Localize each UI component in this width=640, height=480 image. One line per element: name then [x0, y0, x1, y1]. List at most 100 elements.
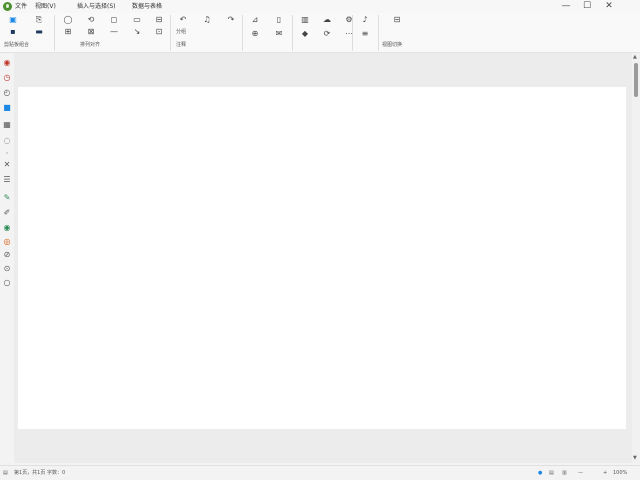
class-icon: ≡ — [361, 29, 369, 38]
notify-button[interactable]: ♫ — [196, 15, 218, 24]
scrollbar-thumb[interactable] — [634, 63, 638, 97]
line-button[interactable]: — — [103, 27, 125, 36]
status-bar: ▤ 第1页，共1页 字数：0 ● ▤ ▥ — + 100% — [0, 465, 640, 480]
app-logo-icon[interactable] — [3, 2, 12, 11]
redo-icon: ↷ — [227, 15, 235, 24]
status-doc-icon: ▤ — [3, 470, 8, 476]
timer-icon[interactable]: ◴ — [2, 88, 12, 98]
undo-button[interactable]: ↶ — [172, 15, 194, 24]
paste-button[interactable]: ▣ — [2, 15, 24, 24]
callout-button[interactable]: ⊡ — [148, 27, 170, 36]
close-button[interactable]: ✕ — [601, 1, 617, 12]
status-dot-icon[interactable]: ● — [538, 469, 542, 477]
redo-button[interactable]: ↷ — [220, 15, 242, 24]
chart-icon: ⊿ — [251, 15, 259, 24]
status-view-icon[interactable]: ▥ — [562, 469, 567, 477]
pin-icon[interactable]: ✕ — [2, 160, 12, 170]
doc-icon: ▯ — [276, 15, 282, 24]
save-icon: ▪ — [10, 27, 16, 36]
sync-icon: ⟳ — [323, 29, 331, 38]
blue-box-icon[interactable]: ■ — [2, 103, 12, 113]
group-button[interactable]: ⊞ — [57, 27, 79, 36]
rotate-button[interactable]: ⟲ — [80, 15, 102, 24]
minimize-button[interactable]: — — [558, 1, 574, 12]
cloud-button[interactable]: ☁ — [316, 15, 338, 24]
doc-button[interactable]: ▯ — [268, 15, 290, 24]
document-canvas[interactable] — [14, 53, 632, 463]
menu-view[interactable]: 视图(V) — [35, 2, 56, 11]
dot-icon[interactable]: · — [2, 149, 12, 159]
clock-icon[interactable]: ◷ — [2, 73, 12, 83]
zoom-out-button[interactable]: — — [578, 469, 583, 477]
bell-icon: ♫ — [203, 15, 211, 24]
maximize-button[interactable]: ☐ — [579, 1, 595, 12]
link-icon[interactable]: ⊘ — [2, 250, 12, 260]
status-layout-icon[interactable]: ▤ — [549, 469, 554, 477]
scroll-up-icon[interactable]: ▲ — [633, 54, 637, 60]
align-button[interactable]: ⊠ — [80, 27, 102, 36]
ribbon-separator — [170, 15, 171, 51]
vertical-scrollbar[interactable]: ▲ ▼ — [632, 53, 640, 463]
ribbon-separator — [378, 15, 379, 51]
copy-button[interactable]: ⎘ — [28, 15, 50, 24]
bulb-icon[interactable]: ◌ — [2, 136, 12, 146]
menu-data[interactable]: 数据与表格 — [132, 2, 162, 11]
ribbon-toolbar: ▣ ▪ ⎘ ▬ 剪贴板组合 ◯ ⟲ ◻ ▭ ⊟ ⊞ ⊠ — ↘ ⊡ 排列对齐 ↶… — [0, 13, 640, 53]
zoom-in-button[interactable]: + — [603, 469, 607, 477]
rect-button[interactable]: ▭ — [126, 15, 148, 24]
menu-insert[interactable]: 插入与选择(S) — [77, 2, 116, 11]
red-circle-icon[interactable]: ◉ — [2, 58, 12, 68]
scroll-down-icon[interactable]: ▼ — [633, 455, 637, 461]
image-icon: ⊕ — [251, 29, 259, 38]
status-page-info[interactable]: 第1页，共1页 字数：0 — [14, 469, 65, 477]
group-icon: ⊞ — [64, 27, 72, 36]
undo-icon: ↶ — [179, 15, 187, 24]
line-icon: — — [110, 27, 118, 36]
ellipse-button[interactable]: ◯ — [57, 15, 79, 24]
ribbon-separator — [352, 15, 353, 51]
mail-icon: ✉ — [275, 29, 283, 38]
audio-button[interactable]: ♪ — [354, 15, 376, 24]
menu-file[interactable]: 文件 — [15, 2, 27, 11]
audio-icon: ♪ — [362, 15, 368, 24]
arrow-button[interactable]: ↘ — [126, 27, 148, 36]
orange-circle-icon[interactable]: ◎ — [2, 237, 12, 247]
marker-button[interactable]: ◆ — [294, 29, 316, 38]
target-icon[interactable]: ⊙ — [2, 264, 12, 274]
rotate-icon: ⟲ — [87, 15, 95, 24]
chart-button[interactable]: ⊿ — [244, 15, 266, 24]
comment-icon: ⊟ — [393, 15, 401, 24]
format-button[interactable]: ▬ — [28, 27, 50, 36]
shape-button[interactable]: ◻ — [103, 15, 125, 24]
save-button[interactable]: ▪ — [2, 27, 24, 36]
pencil-icon[interactable]: ✎ — [2, 193, 12, 203]
document-page[interactable] — [18, 87, 626, 429]
format-icon: ▬ — [35, 27, 43, 36]
ribbon-separator — [292, 15, 293, 51]
class-button[interactable]: ≡ — [354, 29, 376, 38]
shape-icon: ◻ — [110, 15, 118, 24]
green-circle-icon[interactable]: ◉ — [2, 223, 12, 233]
small-circle-icon[interactable]: ○ — [2, 278, 12, 288]
ribbon-row-label: 注释 — [176, 42, 187, 48]
ribbon-row-label: 排列对齐 — [80, 42, 101, 48]
app-window: 文件 视图(V) 插入与选择(S) 数据与表格 — ☐ ✕ ▣ ▪ ⎘ ▬ 剪贴… — [0, 0, 640, 480]
brush-icon[interactable]: ✐ — [2, 208, 12, 218]
ribbon-row-label: 视图切换 — [382, 42, 403, 48]
page-button[interactable]: ▥ — [294, 15, 316, 24]
text-box-icon: ⊟ — [155, 15, 163, 24]
image-button[interactable]: ⊕ — [244, 29, 266, 38]
comment-button[interactable]: ⊟ — [386, 15, 408, 24]
ribbon-row-label: 分组 — [176, 29, 187, 35]
ribbon-separator — [242, 15, 243, 51]
zoom-level[interactable]: 100% — [613, 469, 627, 477]
mail-button[interactable]: ✉ — [268, 29, 290, 38]
callout-icon: ⊡ — [155, 27, 163, 36]
marker-icon: ◆ — [301, 29, 309, 38]
sync-button[interactable]: ⟳ — [316, 29, 338, 38]
table-icon[interactable]: ▦ — [2, 120, 12, 130]
arrow-icon: ↘ — [133, 27, 141, 36]
text-box-button[interactable]: ⊟ — [148, 15, 170, 24]
list-icon[interactable]: ☰ — [2, 175, 12, 185]
copy-icon: ⎘ — [35, 15, 43, 24]
